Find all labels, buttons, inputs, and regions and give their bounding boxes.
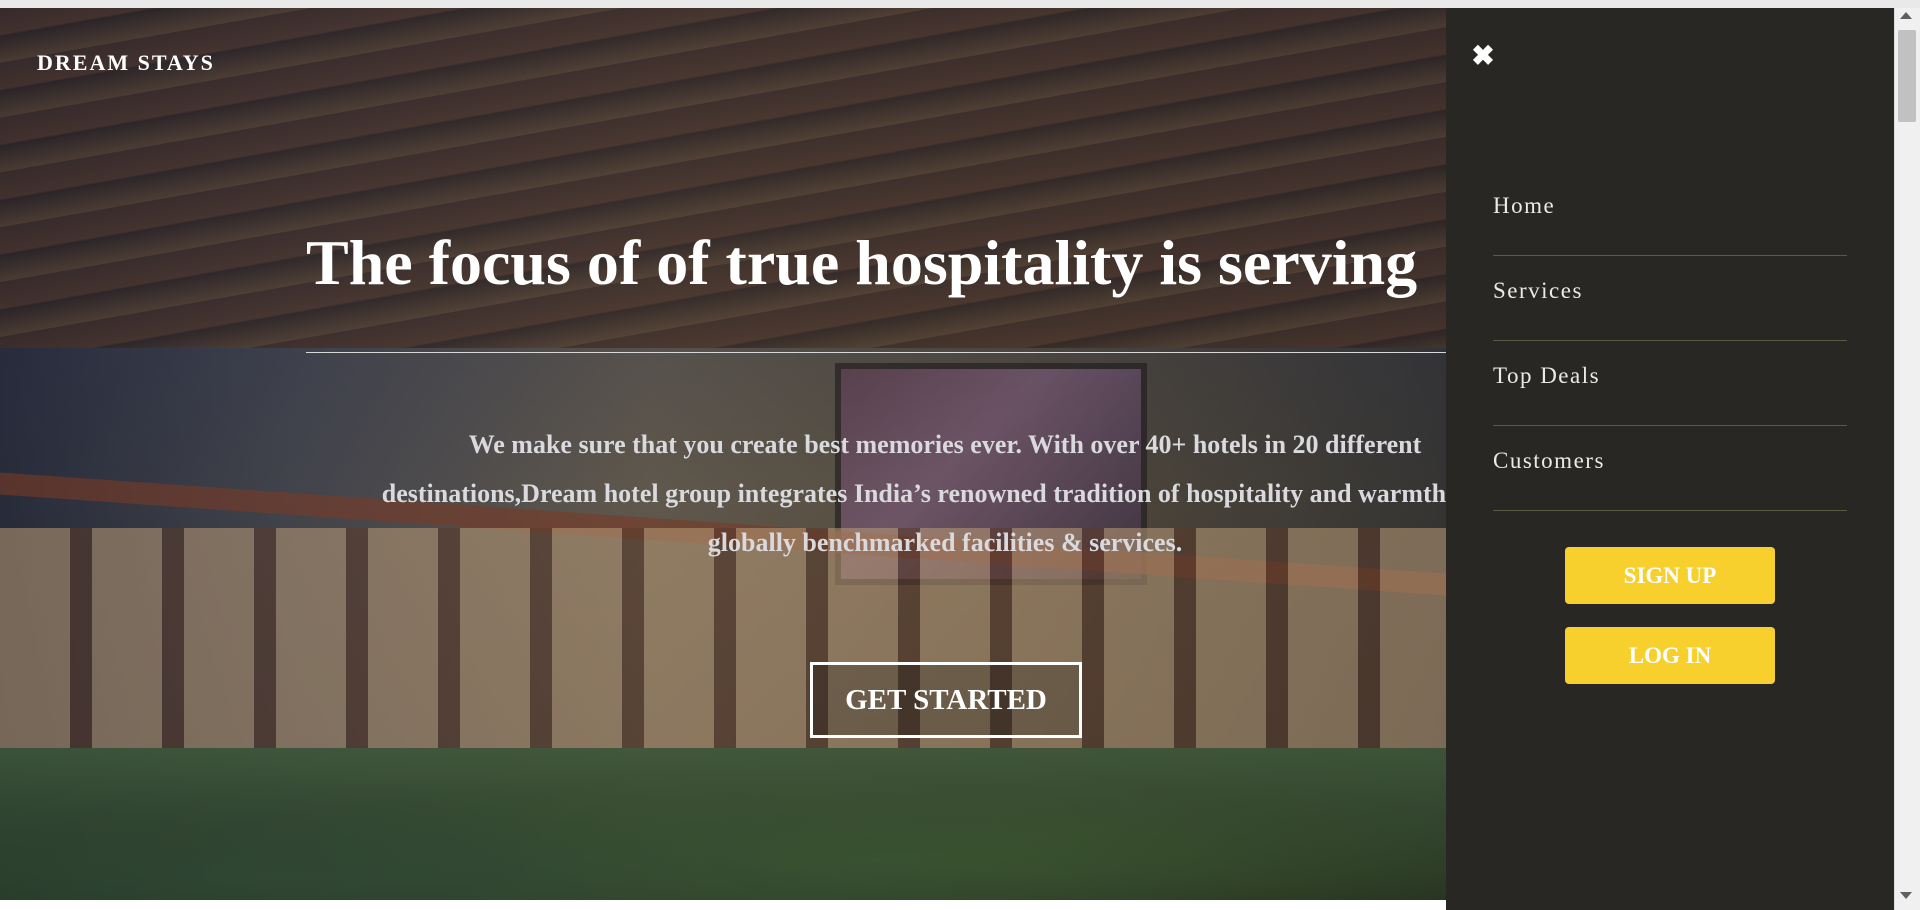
hero-divider [306, 352, 1446, 353]
nav-item-top-deals: Top Deals [1493, 341, 1847, 426]
log-in-button[interactable]: LOG IN [1565, 627, 1775, 684]
sign-up-button[interactable]: SIGN UP [1565, 547, 1775, 604]
nav-item-services: Services [1493, 256, 1847, 341]
hero-background-foliage [0, 748, 1446, 900]
nav-link-top-deals[interactable]: Top Deals [1493, 363, 1600, 389]
hero-section: DREAM STAYS The focus of of true hospita… [0, 8, 1446, 900]
nav-link-customers[interactable]: Customers [1493, 448, 1605, 474]
page-scrollbar[interactable] [1894, 8, 1920, 910]
side-menu-nav: Home Services Top Deals Customers [1493, 171, 1847, 511]
nav-link-services[interactable]: Services [1493, 278, 1583, 304]
close-icon[interactable]: ✖ [1438, 40, 1528, 74]
get-started-button[interactable]: GET STARTED [810, 662, 1082, 738]
scrollbar-thumb[interactable] [1898, 30, 1916, 122]
scroll-up-arrow-icon[interactable] [1900, 12, 1912, 19]
hero-description: We make sure that you create best memori… [381, 430, 1446, 557]
nav-item-home: Home [1493, 171, 1847, 256]
nav-link-home[interactable]: Home [1493, 193, 1555, 219]
brand-logo[interactable]: DREAM STAYS [37, 50, 215, 76]
nav-item-customers: Customers [1493, 426, 1847, 511]
scroll-down-arrow-icon[interactable] [1900, 892, 1912, 899]
hero-headline: The focus of of true hospitality is serv… [306, 227, 1418, 298]
